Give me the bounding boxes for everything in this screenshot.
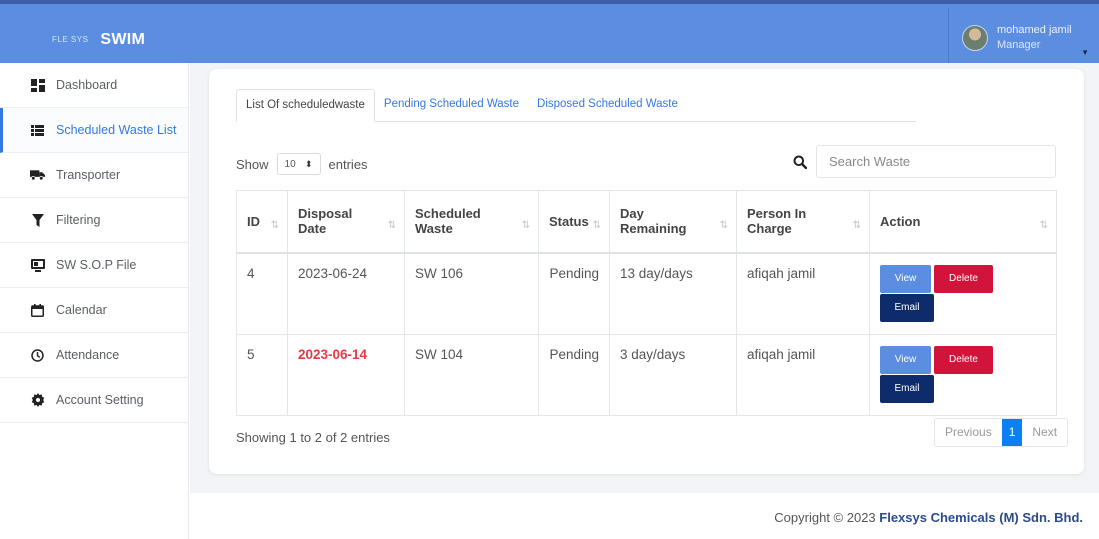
table-summary: Showing 1 to 2 of 2 entries [236, 430, 390, 445]
dashboard-icon [30, 78, 45, 93]
entries-label: entries [328, 156, 368, 172]
delete-button[interactable]: Delete [934, 345, 993, 374]
sort-icon[interactable]: ⇅ [720, 220, 728, 231]
cell-disposal-date: 2023-06-24 [287, 252, 405, 335]
view-button[interactable]: View [880, 345, 931, 374]
footer: Copyright © 2023 Flexsys Chemicals (M) S… [190, 493, 1099, 539]
select-arrows-icon: ⬍ [304, 158, 313, 169]
sidebar: Dashboard Scheduled Waste List Transport… [0, 63, 189, 539]
sidebar-item-dashboard[interactable]: Dashboard [0, 63, 188, 108]
sidebar-item-label: Attendance [56, 348, 120, 362]
sidebar-item-sop-file[interactable]: SW S.O.P File [0, 243, 188, 288]
sort-icon[interactable]: ⇅ [271, 220, 279, 231]
sidebar-item-filtering[interactable]: Filtering [0, 198, 188, 243]
sidebar-item-scheduled-waste-list[interactable]: Scheduled Waste List [0, 108, 188, 153]
sidebar-item-calendar[interactable]: Calendar [0, 288, 188, 333]
column-header-scheduled-waste[interactable]: Scheduled Waste ⇅ [404, 190, 539, 254]
page-size-control: Show 10 ⬍ entries [236, 152, 368, 176]
column-header-day-remaining[interactable]: Day Remaining ⇅ [609, 190, 737, 254]
sort-icon[interactable]: ⇅ [388, 220, 396, 231]
table-row: 4 2023-06-24 SW 106 Pending 13 day/days … [236, 252, 1057, 335]
sort-icon[interactable]: ⇅ [593, 220, 601, 231]
view-button[interactable]: View [880, 264, 931, 293]
sidebar-item-account-setting[interactable]: Account Setting [0, 378, 188, 423]
clock-icon [30, 348, 45, 363]
sort-icon[interactable]: ⇅ [853, 220, 861, 231]
sidebar-item-label: Transporter [56, 168, 121, 182]
top-bar: FLE SYS SWIM mohamed jamil Manager ▼ [0, 0, 1099, 67]
search-icon [793, 155, 808, 169]
cell-actions: View Delete Email [869, 252, 1057, 335]
table-header-row: ID ⇅ Disposal Date ⇅ Scheduled Waste ⇅ Stat… [236, 190, 1057, 254]
sidebar-item-attendance[interactable]: Attendance [0, 333, 188, 378]
cell-person-in-charge: afiqah jamil [736, 252, 870, 335]
sidebar-item-label: Filtering [56, 213, 101, 227]
column-header-action[interactable]: Action ⇅ [869, 190, 1057, 254]
company-name: Flexsys Chemicals (M) Sdn. Bhd. [879, 510, 1083, 525]
brand[interactable]: FLE SYS SWIM [0, 8, 188, 71]
copyright-prefix: Copyright © 2023 [774, 510, 880, 525]
pagination: Previous 1 Next [934, 418, 1069, 447]
page-size-select[interactable]: 10 ⬍ [276, 153, 321, 175]
cell-day-remaining: 3 day/days [609, 333, 737, 416]
list-icon [30, 123, 45, 138]
brand-title: SWIM [100, 30, 146, 48]
user-menu[interactable]: mohamed jamil Manager ▼ [948, 8, 1099, 67]
waste-card: List Of scheduledwaste Pending Scheduled… [209, 69, 1084, 474]
filter-icon [30, 213, 45, 228]
page-size-value: 10 [284, 158, 296, 170]
column-header-person-in-charge[interactable]: Person In Charge ⇅ [736, 190, 870, 254]
sidebar-item-label: Calendar [56, 303, 107, 317]
table-row: 5 2023-06-14 SW 104 Pending 3 day/days a… [236, 333, 1057, 416]
page-1-button[interactable]: 1 [1001, 419, 1023, 446]
sidebar-item-transporter[interactable]: Transporter [0, 153, 188, 198]
caret-down-icon[interactable]: ▼ [1081, 48, 1089, 57]
sort-icon[interactable]: ⇅ [1040, 220, 1048, 231]
email-button[interactable]: Email [880, 374, 934, 403]
cell-disposal-date: 2023-06-14 [287, 333, 405, 416]
sidebar-item-label: Scheduled Waste List [56, 123, 177, 137]
user-role: Manager [997, 38, 1041, 51]
cell-day-remaining: 13 day/days [609, 252, 737, 335]
column-header-status[interactable]: Status ⇅ [538, 190, 610, 254]
cell-status: Pending [538, 252, 610, 335]
next-page-button[interactable]: Next [1022, 419, 1067, 446]
tab-pending-scheduled-waste[interactable]: Pending Scheduled Waste [375, 89, 528, 122]
gear-icon [30, 393, 45, 408]
avatar [962, 24, 988, 51]
column-header-disposal-date[interactable]: Disposal Date ⇅ [287, 190, 405, 254]
search-input[interactable] [816, 145, 1056, 178]
copyright: Copyright © 2023 Flexsys Chemicals (M) S… [774, 510, 1083, 525]
email-button[interactable]: Email [880, 293, 934, 322]
tab-bar: List Of scheduledwaste Pending Scheduled… [236, 89, 916, 122]
cell-scheduled-waste: SW 104 [404, 333, 539, 416]
cell-scheduled-waste: SW 106 [404, 252, 539, 335]
search-box [793, 145, 1056, 178]
waste-table: ID ⇅ Disposal Date ⇅ Scheduled Waste ⇅ Stat… [236, 190, 1057, 416]
tab-disposed-scheduled-waste[interactable]: Disposed Scheduled Waste [528, 89, 687, 122]
brand-logo-text: FLE SYS [52, 35, 89, 44]
cell-actions: View Delete Email [869, 333, 1057, 416]
sort-icon[interactable]: ⇅ [522, 220, 530, 231]
sidebar-item-label: Dashboard [56, 78, 118, 92]
calendar-icon [30, 303, 45, 318]
user-name: mohamed jamil [997, 23, 1072, 36]
column-header-id[interactable]: ID ⇅ [236, 190, 288, 254]
sidebar-item-label: SW S.O.P File [56, 258, 137, 272]
file-icon [30, 258, 45, 273]
cell-status: Pending [538, 333, 610, 416]
sidebar-item-label: Account Setting [56, 393, 144, 407]
main-content: List Of scheduledwaste Pending Scheduled… [190, 63, 1099, 539]
truck-icon [30, 168, 45, 183]
previous-page-button[interactable]: Previous [935, 419, 1002, 446]
cell-id: 4 [236, 252, 288, 335]
tab-list-of-scheduled-waste[interactable]: List Of scheduledwaste [236, 89, 375, 122]
cell-person-in-charge: afiqah jamil [736, 333, 870, 416]
cell-id: 5 [236, 333, 288, 416]
show-label: Show [236, 156, 269, 172]
delete-button[interactable]: Delete [934, 264, 993, 293]
